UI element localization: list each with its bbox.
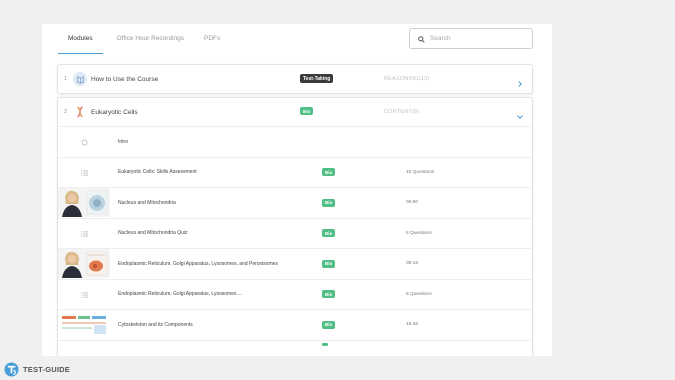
lesson-duration: 06:50 bbox=[406, 200, 419, 206]
module-number: 2 bbox=[64, 109, 68, 115]
lesson-row[interactable] bbox=[58, 339, 532, 354]
circle-icon bbox=[81, 133, 88, 151]
lesson-row[interactable]: Eukaryotic Cells: Skills Assessment Bio … bbox=[58, 156, 532, 188]
list-icon bbox=[80, 224, 88, 242]
lesson-row[interactable]: Nucleus and Mitochondria Quiz Bio 5 Ques… bbox=[58, 217, 532, 249]
chevron-down-icon[interactable] bbox=[516, 108, 524, 119]
module-meta: CONTENT(8) bbox=[384, 109, 420, 115]
lesson-title: Nucleus and Mitochondria bbox=[118, 199, 176, 206]
slide-thumbnail bbox=[58, 310, 110, 340]
list-icon bbox=[80, 163, 88, 181]
lesson-row[interactable]: Cytoskeleton and its Components Bio 15:4… bbox=[58, 309, 532, 340]
book-icon bbox=[73, 72, 87, 86]
tab-modules[interactable]: Modules bbox=[58, 24, 103, 54]
lesson-duration: 05:15 bbox=[406, 261, 419, 267]
video-thumbnail bbox=[58, 249, 110, 279]
lesson-title: Endoplasmic Reticulum, Golgi Apparatus, … bbox=[118, 260, 278, 267]
bio-badge: Bio bbox=[322, 198, 336, 207]
lesson-title: Eukaryotic Cells: Skills Assessment bbox=[118, 169, 197, 176]
tab-bar: Modules Office Hour Recordings PDFs bbox=[58, 24, 230, 54]
lesson-meta: 10 Questions bbox=[406, 169, 435, 175]
list-icon bbox=[80, 285, 88, 303]
tab-office-hour-recordings[interactable]: Office Hour Recordings bbox=[107, 24, 194, 54]
lesson-duration: 15:46 bbox=[406, 322, 419, 328]
search-icon bbox=[418, 30, 425, 48]
search-input[interactable] bbox=[430, 35, 530, 42]
lesson-row[interactable]: Intro bbox=[58, 126, 532, 157]
chevron-right-icon[interactable] bbox=[516, 75, 524, 87]
bio-badge: Bio bbox=[322, 168, 336, 177]
test-taking-badge: Test-Taking bbox=[300, 74, 334, 83]
course-panel: Modules Office Hour Recordings PDFs 1 Ho… bbox=[42, 24, 552, 356]
logo-icon bbox=[4, 362, 19, 377]
video-thumbnail bbox=[58, 188, 110, 218]
lesson-title: Endoplasmic Reticulum, Golgi Apparatus, … bbox=[118, 291, 243, 298]
bio-badge: Bio bbox=[322, 290, 336, 299]
lesson-meta: 5 Questions bbox=[406, 230, 432, 236]
lesson-row[interactable]: Endoplasmic Reticulum, Golgi Apparatus, … bbox=[58, 248, 532, 279]
module-row-2: 2 Eukaryotic Cells Bio CONTENT(8) Intro bbox=[57, 97, 533, 356]
lesson-title: Cytoskeleton and its Components bbox=[118, 321, 193, 328]
module-row-1[interactable]: 1 How to Use the Course Test-Taking REAS… bbox=[57, 64, 533, 94]
lesson-row[interactable]: Nucleus and Mitochondria Bio 06:50 bbox=[58, 187, 532, 218]
module-number: 1 bbox=[64, 76, 68, 82]
bio-badge bbox=[322, 342, 328, 346]
module-meta: REASONING(13) bbox=[384, 76, 430, 82]
bio-badge: Bio bbox=[322, 320, 336, 329]
module-header[interactable]: 2 Eukaryotic Cells Bio CONTENT(8) bbox=[58, 98, 532, 126]
bio-badge: Bio bbox=[322, 229, 336, 238]
brand-logo: TEST-GUIDE bbox=[4, 362, 70, 377]
bio-badge: Bio bbox=[300, 107, 314, 115]
lesson-title: Intro bbox=[118, 138, 129, 145]
search-box[interactable] bbox=[409, 28, 533, 49]
bio-badge: Bio bbox=[322, 259, 336, 268]
lesson-meta: 6 Questions bbox=[406, 291, 432, 297]
dna-icon bbox=[73, 105, 87, 119]
lesson-title: Nucleus and Mitochondria Quiz bbox=[118, 230, 188, 237]
module-title: Eukaryotic Cells bbox=[91, 108, 138, 116]
brand-name: TEST-GUIDE bbox=[23, 365, 71, 374]
module-title: How to Use the Course bbox=[91, 75, 159, 83]
tab-pdfs[interactable]: PDFs bbox=[194, 24, 230, 54]
lesson-row[interactable]: Endoplasmic Reticulum, Golgi Apparatus, … bbox=[58, 278, 532, 310]
